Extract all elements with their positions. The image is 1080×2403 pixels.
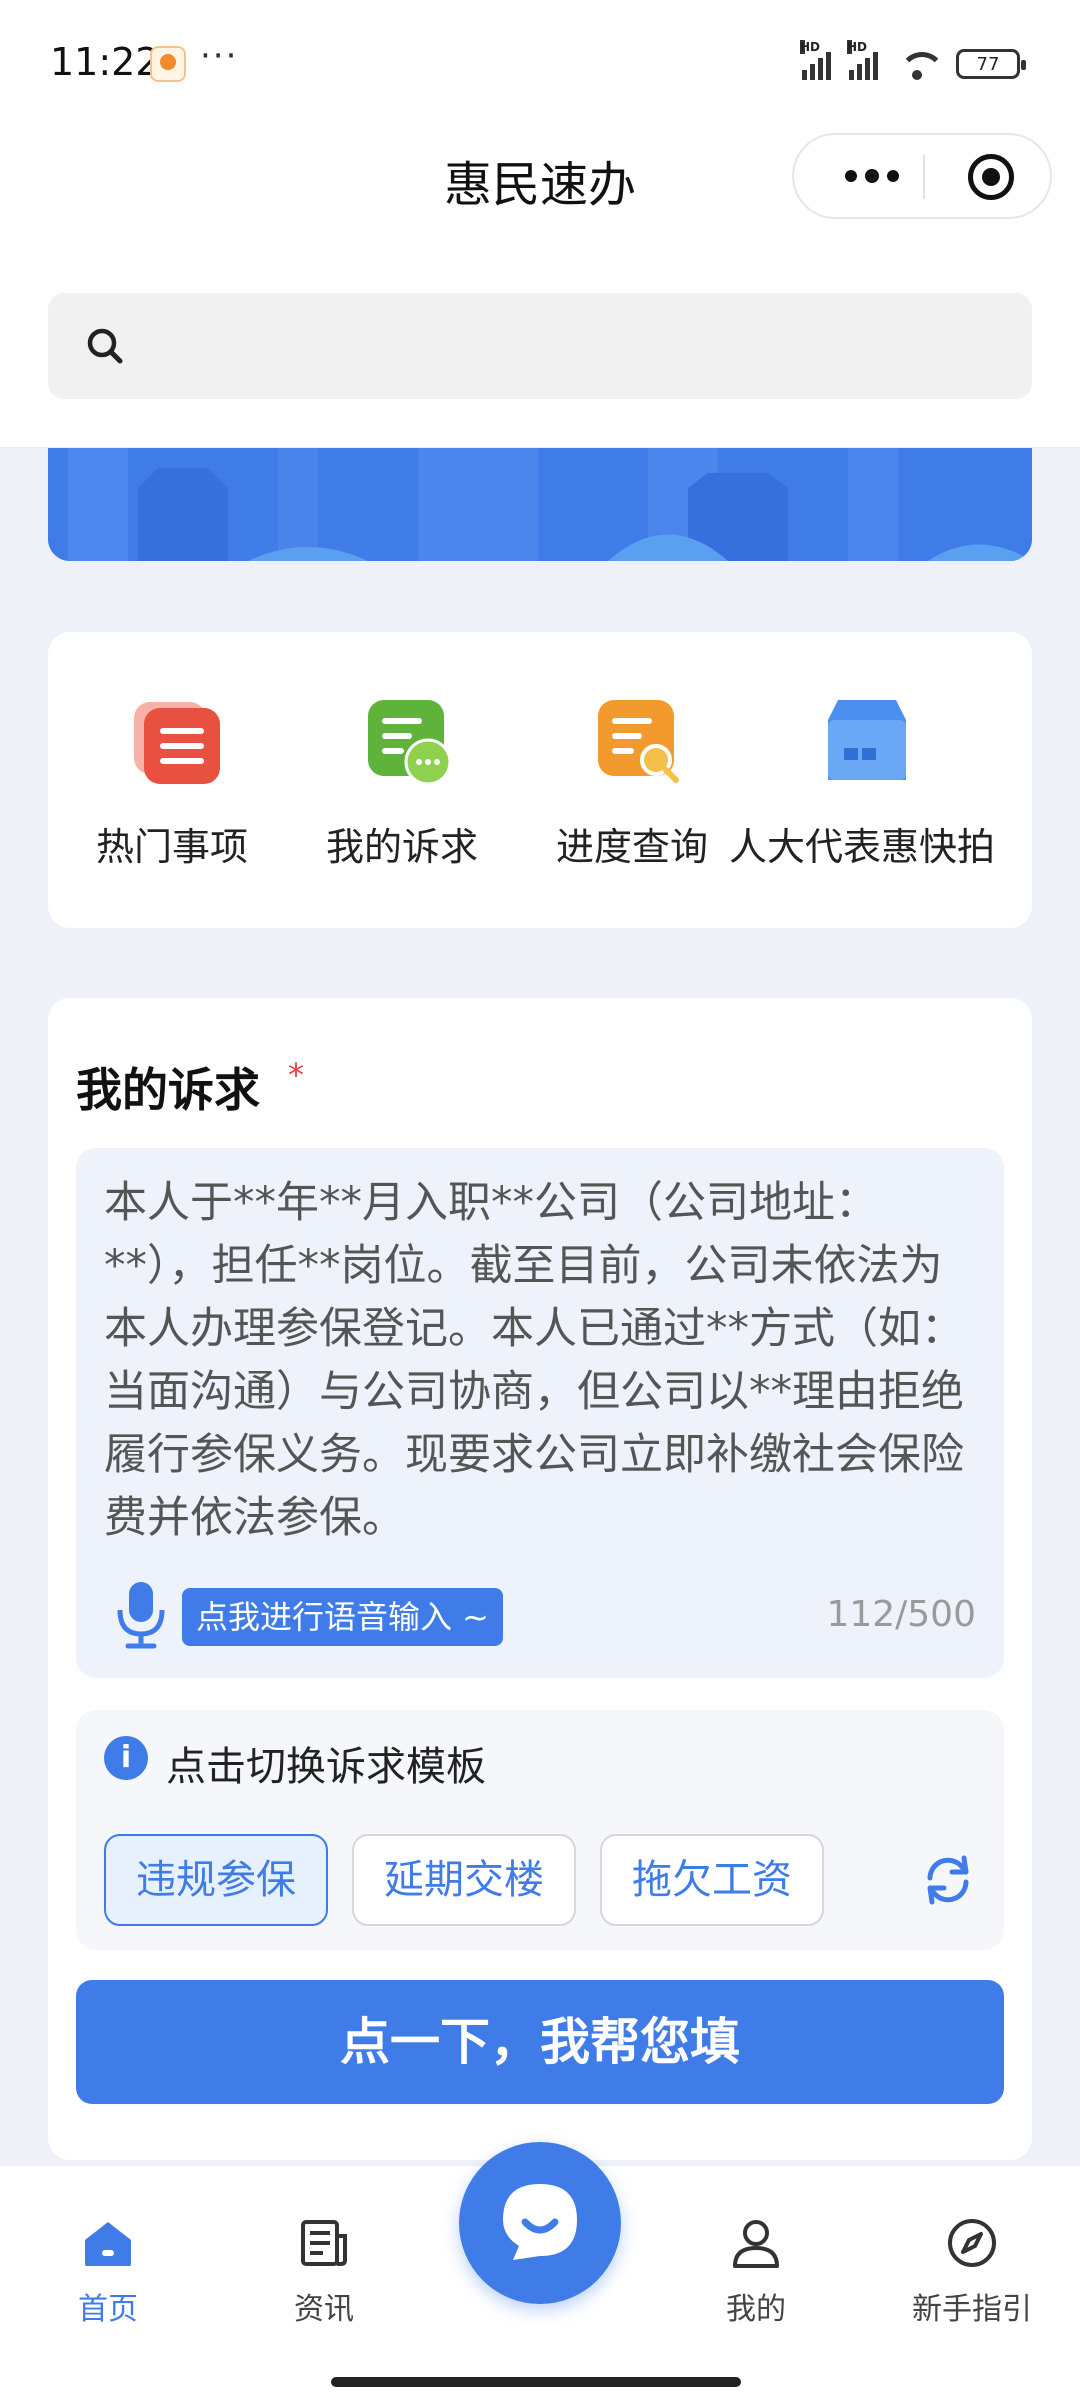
gesture-bar-area xyxy=(0,2365,1080,2403)
profile-icon xyxy=(733,2220,779,2268)
app-notification-icon xyxy=(150,46,186,82)
chat-assistant-button[interactable] xyxy=(459,2142,621,2304)
search-icon xyxy=(87,328,123,364)
info-icon: i xyxy=(104,1736,148,1780)
capsule-divider xyxy=(923,155,925,199)
chat-bubble-icon xyxy=(503,2184,577,2260)
banner-skyline-image xyxy=(48,448,1032,561)
nav-label: 首页 xyxy=(78,2292,138,2327)
char-count: 112/500 xyxy=(826,1594,976,1635)
nav-label: 我的 xyxy=(726,2292,786,2327)
status-bar: 11:22 ··· HD HD 77 xyxy=(0,0,1080,125)
nav-item-news[interactable]: 资讯 xyxy=(244,2216,404,2328)
home-icon xyxy=(85,2222,131,2266)
quick-menu-card: 热门事项 我的诉求 进度查询 人大代表惠快拍 xyxy=(48,632,1032,928)
signal-icon: HD xyxy=(800,40,831,80)
wifi-icon xyxy=(896,48,945,80)
news-icon xyxy=(301,2220,347,2266)
header: 惠民速办 xyxy=(0,125,1080,265)
quick-item-hot-items[interactable]: 热门事项 xyxy=(52,696,292,896)
nav-label: 新手指引 xyxy=(912,2292,1032,2327)
nav-item-home[interactable]: 首页 xyxy=(28,2216,188,2328)
request-form-card: 我的诉求 * 本人于**年**月入职**公司（公司地址：**），担任**岗位。截… xyxy=(48,998,1032,2160)
banner[interactable] xyxy=(48,448,1032,561)
request-textarea[interactable]: 本人于**年**月入职**公司（公司地址：**），担任**岗位。截至目前，公司未… xyxy=(76,1148,1004,1678)
template-chip-illegal-insurance[interactable]: 违规参保 xyxy=(104,1834,328,1926)
close-miniprogram-icon[interactable] xyxy=(968,154,1014,200)
microphone-icon[interactable] xyxy=(114,1580,168,1650)
status-more-icon: ··· xyxy=(200,36,239,76)
battery-level: 77 xyxy=(976,53,1000,75)
hot-items-icon xyxy=(134,702,220,784)
battery-icon: 77 xyxy=(956,49,1026,79)
search-input[interactable] xyxy=(48,293,1032,399)
auto-fill-button[interactable]: 点一下，我帮您填 xyxy=(76,1980,1004,2104)
search-section xyxy=(0,265,1080,448)
template-hint[interactable]: 点击切换诉求模板 xyxy=(166,1734,486,1792)
my-requests-icon xyxy=(368,700,452,786)
signal-icon: HD xyxy=(847,40,878,80)
quick-item-label: 人大代表惠快拍 xyxy=(728,825,995,869)
deputy-snapshot-icon xyxy=(828,700,906,780)
voice-input-button[interactable]: 点我进行语音输入 ~ xyxy=(182,1588,503,1646)
quick-item-progress-query[interactable]: 进度查询 xyxy=(512,696,752,896)
form-title: 我的诉求 xyxy=(76,1063,260,1117)
template-panel: i 点击切换诉求模板 违规参保 延期交楼 拖欠工资 xyxy=(76,1710,1004,1950)
home-indicator[interactable] xyxy=(331,2377,741,2387)
compass-icon xyxy=(948,2219,996,2267)
status-indicators: HD HD 77 xyxy=(800,40,1026,84)
refresh-icon[interactable] xyxy=(920,1852,976,1908)
quick-item-deputy-snapshot[interactable]: 人大代表惠快拍 xyxy=(729,696,995,896)
miniprogram-capsule xyxy=(792,133,1052,219)
template-chip-unpaid-wages[interactable]: 拖欠工资 xyxy=(600,1834,824,1926)
nav-label: 资讯 xyxy=(294,2292,354,2327)
nav-item-profile[interactable]: 我的 xyxy=(676,2216,836,2328)
nav-item-guide[interactable]: 新手指引 xyxy=(892,2216,1052,2328)
quick-item-my-requests[interactable]: 我的诉求 xyxy=(282,696,522,896)
status-time: 11:22 xyxy=(50,40,160,84)
template-chip-delayed-delivery[interactable]: 延期交楼 xyxy=(352,1834,576,1926)
request-text[interactable]: 本人于**年**月入职**公司（公司地址：**），担任**岗位。截至目前，公司未… xyxy=(104,1172,984,1550)
required-mark: * xyxy=(288,1056,304,1094)
more-menu-icon[interactable] xyxy=(824,135,920,217)
progress-query-icon xyxy=(598,700,679,783)
